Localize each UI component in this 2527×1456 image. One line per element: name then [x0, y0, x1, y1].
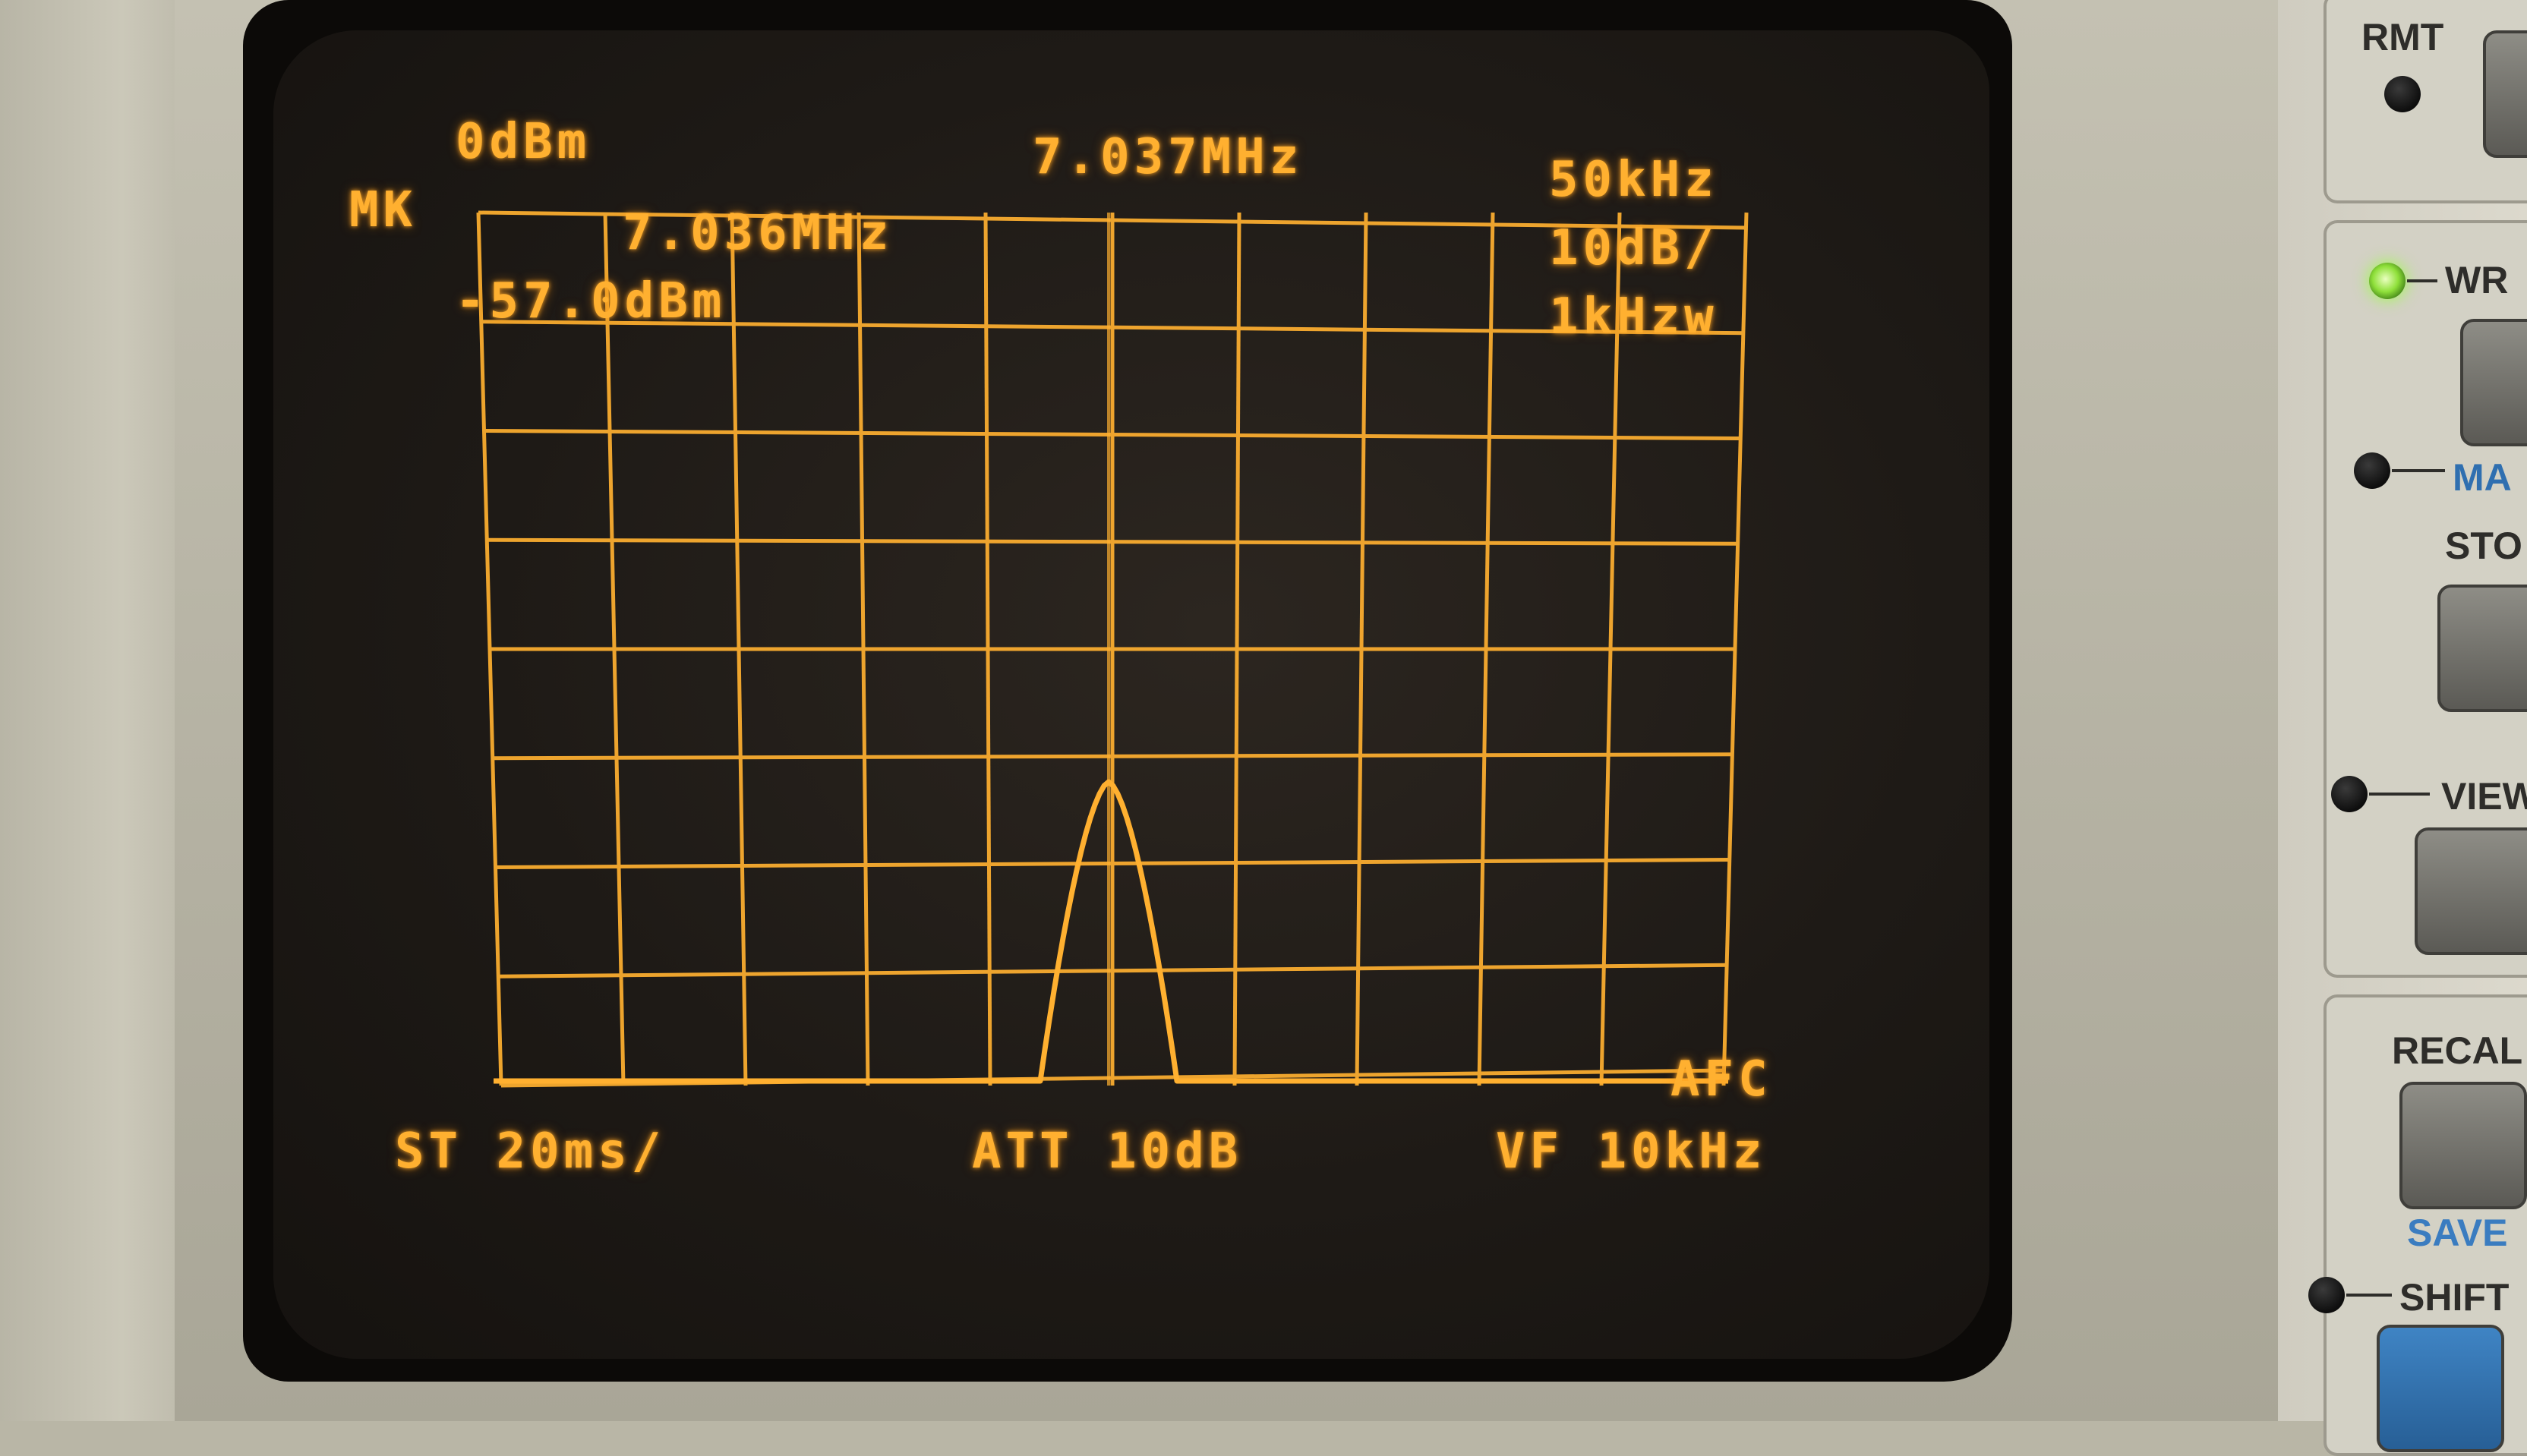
recall-button[interactable] [2399, 1082, 2527, 1209]
front-panel: RMT WR MA STO VIEW RECAL SAVE SHIFT [2278, 0, 2527, 1456]
resolution-bandwidth: 1kHzw [1549, 288, 1718, 345]
wr-button[interactable] [2460, 319, 2527, 446]
wr-leader [2407, 279, 2437, 282]
rmt-label: RMT [2361, 16, 2444, 58]
ma-leader [2392, 469, 2445, 472]
marker-level: -57.0dBm [456, 273, 727, 329]
view-button[interactable] [2415, 827, 2527, 955]
shift-led [2308, 1277, 2345, 1313]
scale-per-division: 10dB/ [1549, 220, 1718, 276]
marker-label: MK [349, 182, 418, 238]
wr-led [2369, 263, 2406, 299]
span: 50kHz [1549, 152, 1718, 208]
ma-label: MA [2453, 456, 2512, 499]
ref-level: 0dBm [456, 114, 592, 170]
view-label: VIEW [2441, 775, 2527, 818]
afc-indicator: AFC [1670, 1051, 1772, 1108]
save-label: SAVE [2407, 1212, 2508, 1254]
crt-screen: 0dBm 7.037MHz 50kHz MK 7.036MHz -57.0dBm… [273, 30, 1989, 1359]
rmt-button[interactable] [2483, 30, 2527, 158]
center-frequency: 7.037MHz [1033, 129, 1304, 185]
sto-label: STO [2445, 525, 2522, 567]
view-led [2331, 776, 2368, 812]
sweep-time: ST 20ms/ [395, 1124, 666, 1180]
wr-label: WR [2445, 259, 2509, 301]
shift-label: SHIFT [2399, 1276, 2510, 1319]
recall-label: RECAL [2392, 1029, 2523, 1072]
shift-button[interactable] [2377, 1325, 2504, 1452]
view-leader [2369, 793, 2430, 796]
attenuation: ATT 10dB [972, 1124, 1243, 1180]
video-filter: VF 10kHz [1496, 1124, 1767, 1180]
rmt-led [2384, 76, 2421, 112]
bezel-left-edge [0, 0, 175, 1421]
marker-frequency: 7.036MHz [623, 205, 894, 261]
ma-led [2354, 452, 2390, 489]
sto-button[interactable] [2437, 585, 2527, 712]
graticule-horizontal-line [487, 537, 1738, 546]
graticule-horizontal-line [492, 752, 1733, 761]
shift-leader [2346, 1294, 2392, 1297]
